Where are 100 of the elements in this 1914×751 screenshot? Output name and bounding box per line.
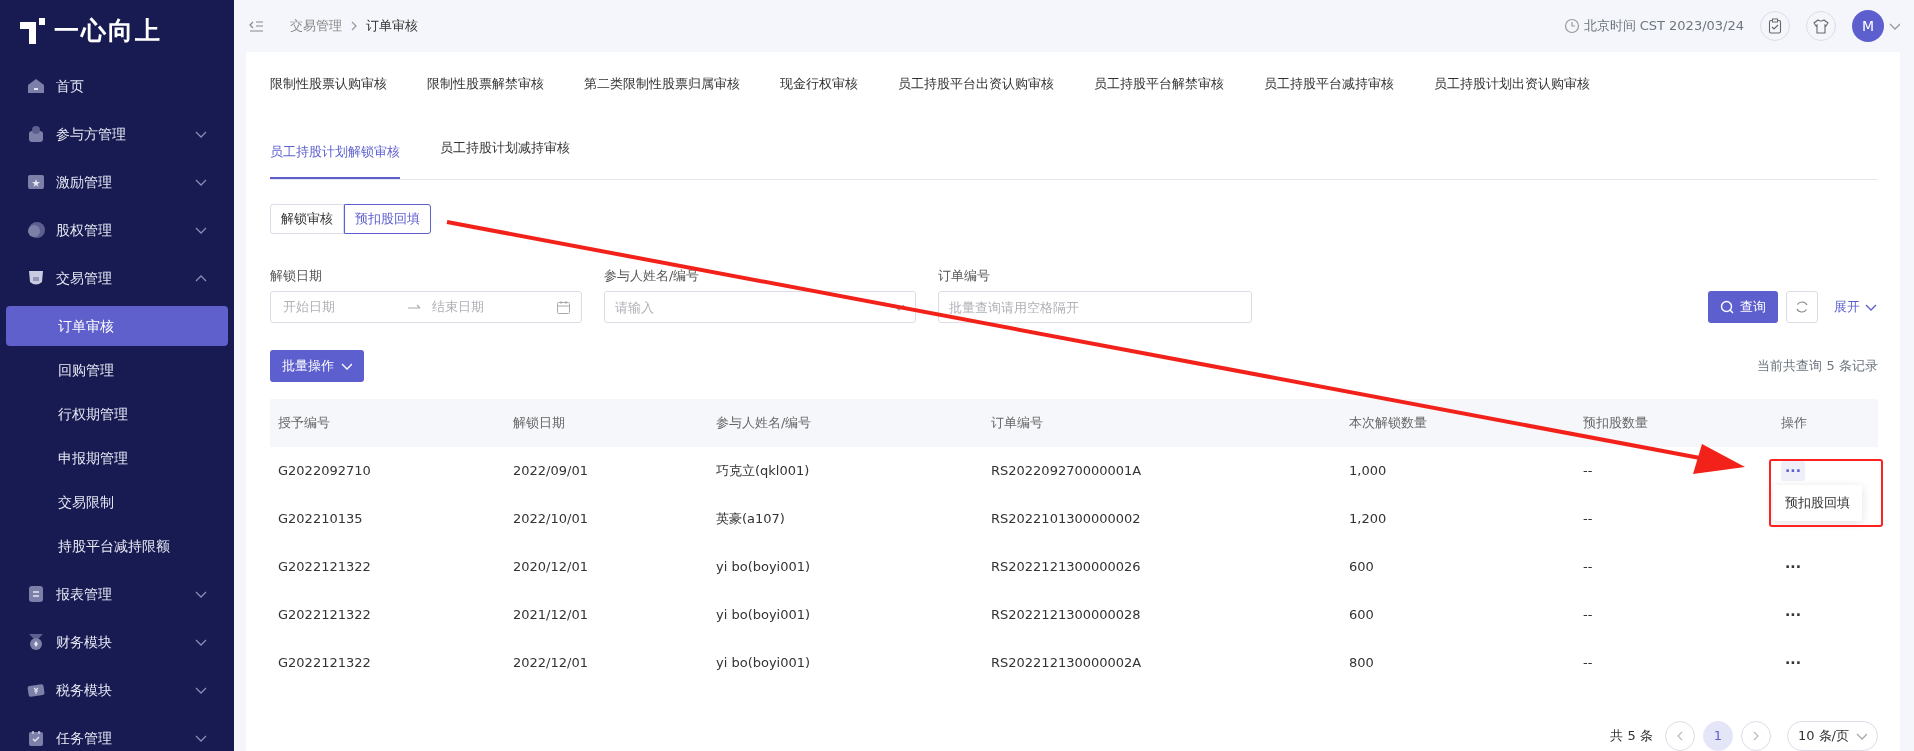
expand-link[interactable]: 展开 [1834, 297, 1878, 317]
task-check-icon [26, 728, 46, 748]
clipboard-button[interactable] [1760, 11, 1790, 41]
table-cell-text: G2022121322 [277, 606, 372, 625]
table-cell-text: 600 [1348, 558, 1375, 577]
tab[interactable]: 现金行权审核 [780, 52, 858, 112]
circles-icon [26, 220, 46, 240]
search-button[interactable]: 查询 [1708, 291, 1778, 323]
field-label: 订单编号 [938, 266, 991, 285]
segment-tab[interactable]: 预扣股回填 [344, 204, 431, 234]
star-card-icon [26, 172, 46, 192]
tab[interactable]: 员工持股计划出资认购审核 [1434, 52, 1590, 112]
table-cell-text: yi bo(boyi001) [715, 558, 812, 577]
table-cell-text: 2022/09/01 [512, 462, 589, 481]
sidebar-subitem[interactable]: 交易限制 [6, 482, 228, 522]
sidebar-item[interactable]: 财务模块 [6, 618, 228, 666]
table-cell-text: 2021/12/01 [512, 606, 589, 625]
sidebar-item[interactable]: 首页 [6, 62, 228, 110]
table-cell-text: 英豪(a107) [715, 510, 786, 529]
batch-operation-button[interactable]: 批量操作 [270, 350, 364, 382]
tab[interactable]: 员工持股计划解锁审核 [270, 119, 400, 179]
table-cell-text: 800 [1348, 654, 1375, 673]
table-cell-text: -- [1582, 654, 1594, 673]
table-cell-text: yi bo(boyi001) [715, 606, 812, 625]
select-field[interactable]: 请输入 [604, 291, 916, 323]
chevron-right-icon [350, 20, 358, 32]
breadcrumb-link[interactable]: 交易管理 [290, 16, 342, 36]
tab[interactable]: 员工持股平台解禁审核 [1094, 52, 1224, 112]
column-header: 操作 [1773, 399, 1878, 447]
refresh-icon [1795, 300, 1809, 314]
table-cell-text: RS202212130000002A [990, 654, 1143, 673]
current-time: 北京时间 CST 2023/03/24 [1583, 17, 1744, 36]
table-cell-text: 2022/12/01 [512, 654, 589, 673]
shirt-icon [1813, 18, 1829, 34]
sidebar-item[interactable]: 激励管理 [6, 158, 228, 206]
table-cell-text: -- [1582, 558, 1594, 577]
field-label: 解锁日期 [270, 266, 323, 285]
table-cell-text: 2020/12/01 [512, 558, 589, 577]
table-cell-text: yi bo(boyi001) [715, 654, 812, 673]
date-range-field[interactable]: 开始日期 结束日期 [270, 291, 582, 323]
table-cell-text: -- [1582, 606, 1594, 625]
tab[interactable]: 限制性股票认购审核 [270, 52, 387, 112]
table-cell-text: 2022/10/01 [512, 510, 589, 529]
arrow-right-icon [407, 303, 422, 311]
document-icon [26, 584, 46, 604]
reset-button[interactable] [1786, 291, 1818, 323]
sidebar-item[interactable]: 税务模块 [6, 666, 228, 714]
text-field[interactable]: 批量查询请用空格隔开 [938, 291, 1252, 323]
table-cell-text: RS2022121300000026 [990, 558, 1142, 577]
table-cell-text: 巧克立(qkl001) [715, 462, 811, 481]
column-header: 本次解锁数量 [1341, 399, 1575, 447]
segment-tab[interactable]: 解锁审核 [270, 204, 344, 234]
search-icon [1720, 300, 1734, 314]
tab[interactable]: 员工持股平台减持审核 [1264, 52, 1394, 112]
table-cell-text: G202210135 [277, 510, 364, 529]
field-label: 参与人姓名/编号 [604, 266, 701, 285]
more-options-button[interactable]: ··· [1781, 461, 1805, 481]
tab[interactable]: 限制性股票解禁审核 [427, 52, 544, 112]
table-cell-text: 1,200 [1348, 510, 1388, 529]
clock-icon [1563, 18, 1580, 34]
chevron-right-icon [1751, 730, 1760, 742]
menu-item[interactable]: 预扣股回填 [1785, 493, 1850, 513]
sidebar-subitem[interactable]: 持股平台减持限额 [6, 526, 228, 566]
table-cell-text: RS2022121300000028 [990, 606, 1142, 625]
previous-page-button[interactable] [1664, 721, 1695, 751]
sidebar-subitem[interactable]: 订单审核 [6, 306, 228, 346]
more-options-button[interactable]: ··· [1781, 605, 1805, 625]
sidebar-item[interactable]: 交易管理 [6, 254, 228, 302]
tab[interactable]: 员工持股平台出资认购审核 [898, 52, 1054, 112]
calendar-icon [556, 299, 571, 315]
sidebar-subitem[interactable]: 回购管理 [6, 350, 228, 390]
sidebar-item[interactable]: 股权管理 [6, 206, 228, 254]
more-options-button[interactable]: ··· [1781, 557, 1805, 577]
sidebar-item[interactable]: 任务管理 [6, 714, 228, 751]
start-date-input[interactable]: 开始日期 [281, 296, 400, 318]
chevron-left-icon [1675, 730, 1684, 742]
user-avatar[interactable]: M [1852, 10, 1884, 42]
column-header: 解锁日期 [505, 399, 708, 447]
house-icon [26, 76, 46, 96]
table-cell-text: -- [1582, 510, 1594, 529]
logo-mark-icon [20, 18, 46, 44]
tab[interactable]: 员工持股计划减持审核 [440, 111, 570, 179]
next-page-button[interactable] [1740, 721, 1771, 751]
sidebar-item[interactable]: 参与方管理 [6, 110, 228, 158]
sidebar-subitem[interactable]: 行权期管理 [6, 394, 228, 434]
tab[interactable]: 第二类限制性股票归属审核 [584, 52, 740, 112]
column-header: 预扣股数量 [1575, 399, 1773, 447]
sidebar-item[interactable]: 报表管理 [6, 570, 228, 618]
more-options-button[interactable]: ··· [1781, 653, 1805, 673]
shirt-button[interactable] [1806, 11, 1836, 41]
table-cell-text: 1,000 [1348, 462, 1388, 481]
column-header: 授予编号 [270, 399, 505, 447]
end-date-input[interactable]: 结束日期 [429, 296, 548, 318]
column-header: 订单编号 [983, 399, 1341, 447]
table-cell-text: -- [1582, 462, 1594, 481]
table-cell-text: 600 [1348, 606, 1375, 625]
table-cell-text: G2022092710 [277, 462, 372, 481]
record-count: 当前共查询 5 条记录 [1757, 357, 1878, 376]
page-button[interactable]: 1 [1702, 721, 1733, 751]
sidebar-subitem[interactable]: 申报期管理 [6, 438, 228, 478]
